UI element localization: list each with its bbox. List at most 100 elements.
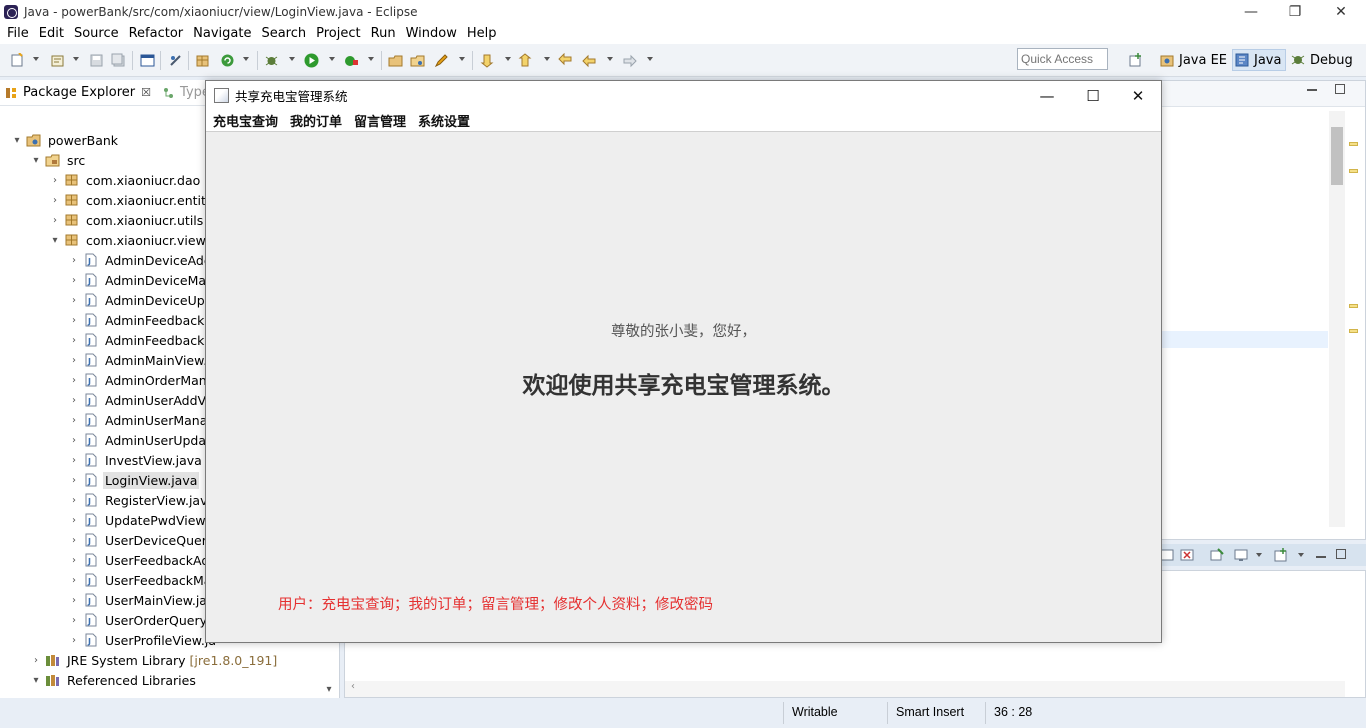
new-java-project-icon[interactable] <box>50 53 65 68</box>
tree-item[interactable]: › J AdminOrderMana <box>69 370 216 390</box>
expand-arrow-icon[interactable]: › <box>69 395 79 406</box>
tree-item[interactable]: › J UpdatePwdView.j <box>69 510 214 530</box>
refresh-icon[interactable] <box>220 53 235 68</box>
expand-arrow-icon[interactable]: › <box>69 355 79 366</box>
pin-console-icon[interactable] <box>1210 548 1224 562</box>
expand-arrow-icon[interactable]: › <box>69 455 79 466</box>
prev-annotation-dropdown-icon[interactable] <box>544 57 550 61</box>
maximize-console-icon[interactable] <box>1336 549 1346 559</box>
tree-item[interactable]: › J UserProfileView.ja <box>69 630 218 650</box>
expand-arrow-icon[interactable]: › <box>69 515 79 526</box>
minimize-button[interactable]: — <box>1228 0 1274 23</box>
collapse-arrow-icon[interactable]: ▾ <box>50 235 60 246</box>
expand-arrow-icon[interactable]: › <box>50 175 60 186</box>
expand-arrow-icon[interactable]: › <box>50 215 60 226</box>
expand-arrow-icon[interactable]: › <box>69 595 79 606</box>
expand-arrow-icon[interactable]: › <box>69 295 79 306</box>
remove-launch-icon[interactable] <box>1180 548 1194 562</box>
tree-item[interactable]: › com.xiaoniucr.dao <box>50 170 202 190</box>
menu-power-bank-query[interactable]: 充电宝查询 <box>207 111 284 130</box>
save-all-icon[interactable] <box>111 53 126 68</box>
console-horizontal-scrollbar[interactable]: ‹ <box>345 681 1345 697</box>
next-annotation-icon[interactable] <box>480 53 495 68</box>
menu-system-settings[interactable]: 系统设置 <box>412 111 476 130</box>
pencil-icon[interactable] <box>434 53 449 68</box>
tree-item[interactable]: ▾ Referenced Libraries <box>31 670 198 690</box>
scroll-down-icon[interactable]: ▾ <box>322 684 336 698</box>
save-icon[interactable] <box>89 53 104 68</box>
expand-arrow-icon[interactable]: › <box>69 615 79 626</box>
expand-arrow-icon[interactable]: › <box>69 255 79 266</box>
menu-project[interactable]: Project <box>311 26 365 41</box>
forward-icon[interactable] <box>622 53 637 68</box>
external-tools-icon[interactable] <box>344 53 359 68</box>
close-tab-icon[interactable]: ☒ <box>141 86 151 99</box>
external-tools-dropdown-icon[interactable] <box>368 57 374 61</box>
dialog-minimize-button[interactable]: — <box>1024 81 1070 110</box>
menu-edit[interactable]: Edit <box>34 26 69 41</box>
tree-item[interactable]: › J InvestView.java <box>69 450 204 470</box>
package-icon[interactable] <box>195 53 210 68</box>
expand-arrow-icon[interactable]: › <box>69 575 79 586</box>
editor-scroll-thumb[interactable] <box>1331 127 1343 185</box>
console-icon[interactable] <box>140 53 155 68</box>
tree-item[interactable]: › J AdminMainView.j <box>69 350 213 370</box>
tree-item[interactable]: › J LoginView.java <box>69 470 200 490</box>
menu-file[interactable]: File <box>2 26 34 41</box>
tree-item[interactable]: › J RegisterView.java <box>69 490 217 510</box>
menu-source[interactable]: Source <box>69 26 124 41</box>
tree-item[interactable]: › J AdminUserUpdat <box>69 430 213 450</box>
expand-arrow-icon[interactable]: › <box>69 435 79 446</box>
new-java-package-icon[interactable] <box>388 53 403 68</box>
menu-message-management[interactable]: 留言管理 <box>348 111 412 130</box>
display-console-dropdown-icon[interactable] <box>1256 553 1262 557</box>
expand-arrow-icon[interactable]: › <box>31 655 41 666</box>
expand-arrow-icon[interactable]: › <box>69 315 79 326</box>
tree-item[interactable]: ▾ powerBank <box>12 130 120 150</box>
minimize-console-icon[interactable] <box>1316 556 1326 558</box>
dialog-maximize-button[interactable]: ☐ <box>1070 81 1116 110</box>
menu-my-orders[interactable]: 我的订单 <box>284 111 348 130</box>
restore-button[interactable]: ❐ <box>1272 0 1318 23</box>
tree-item[interactable]: › com.xiaoniucr.entity <box>50 190 215 210</box>
perspective-java-ee[interactable]: Java EE <box>1158 49 1231 71</box>
minimize-view-icon[interactable] <box>1307 89 1317 91</box>
menu-help[interactable]: Help <box>462 26 502 41</box>
expand-arrow-icon[interactable]: › <box>69 495 79 506</box>
dialog-close-button[interactable]: ✕ <box>1115 81 1161 110</box>
tree-item[interactable]: › J UserFeedbackAd <box>69 550 211 570</box>
tab-package-explorer[interactable]: Package Explorer ☒ <box>0 80 157 106</box>
menu-run[interactable]: Run <box>366 26 401 41</box>
menu-navigate[interactable]: Navigate <box>188 26 256 41</box>
expand-arrow-icon[interactable]: › <box>69 635 79 646</box>
tree-item[interactable]: › J AdminFeedbackR <box>69 330 215 350</box>
annotation-marker[interactable] <box>1349 142 1358 146</box>
annotation-marker[interactable] <box>1349 304 1358 308</box>
tree-item[interactable]: ▾ com.xiaoniucr.view <box>50 230 208 250</box>
skip-breakpoints-icon[interactable] <box>168 53 183 68</box>
editor-vertical-scrollbar[interactable] <box>1329 111 1345 527</box>
new-dropdown-icon[interactable] <box>33 57 39 61</box>
tree-item[interactable]: › J AdminDeviceMan <box>69 270 216 290</box>
collapse-arrow-icon[interactable]: ▾ <box>12 135 22 146</box>
tree-item[interactable]: ▾ src <box>31 150 87 170</box>
clear-console-icon[interactable] <box>1160 548 1174 562</box>
open-perspective-icon[interactable] <box>1129 52 1144 67</box>
open-console-icon[interactable] <box>1274 548 1288 562</box>
menu-refactor[interactable]: Refactor <box>124 26 189 41</box>
tree-item[interactable]: › J UserOrderQuery\ <box>69 610 213 630</box>
expand-arrow-icon[interactable]: › <box>69 475 79 486</box>
open-type-icon[interactable] <box>410 53 425 68</box>
new-project-dropdown-icon[interactable] <box>73 57 79 61</box>
menu-search[interactable]: Search <box>256 26 311 41</box>
maximize-view-icon[interactable] <box>1335 84 1345 94</box>
run-icon[interactable] <box>304 53 319 68</box>
scroll-left-icon[interactable]: ‹ <box>351 681 355 692</box>
tree-item[interactable]: › J AdminDeviceUpd <box>69 290 215 310</box>
perspective-debug[interactable]: Debug <box>1289 49 1357 71</box>
display-console-icon[interactable] <box>1234 548 1248 562</box>
tree-item[interactable]: › J UserMainView.jav <box>69 590 216 610</box>
menu-window[interactable]: Window <box>401 26 462 41</box>
status-insert-mode[interactable]: Smart Insert <box>887 702 985 724</box>
run-dropdown-icon[interactable] <box>329 57 335 61</box>
